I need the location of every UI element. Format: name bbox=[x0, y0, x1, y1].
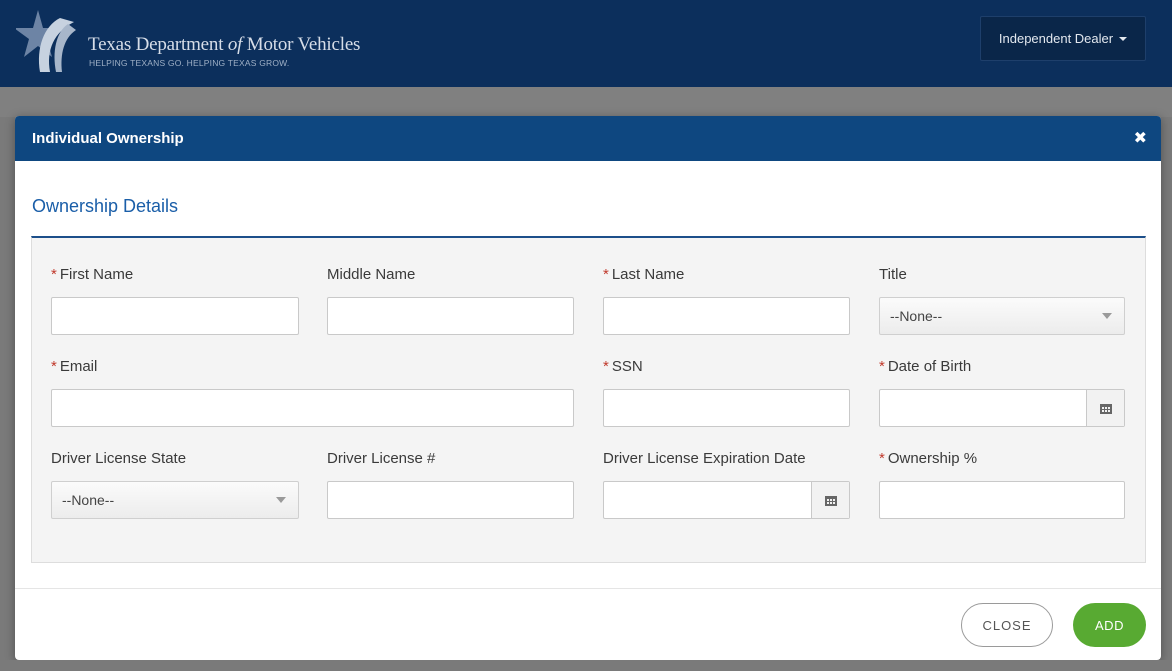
email-label: * Email bbox=[51, 358, 98, 375]
user-menu-dropdown[interactable]: Independent Dealer bbox=[980, 16, 1146, 61]
required-marker: * bbox=[51, 266, 57, 283]
ownership-pct-input[interactable] bbox=[879, 481, 1125, 519]
date-of-birth-group: * Date of Birth bbox=[879, 357, 1125, 427]
ownership-pct-label: * Ownership % bbox=[879, 450, 978, 467]
ssn-label: * SSN bbox=[603, 358, 643, 375]
title-select[interactable]: --None-- bbox=[879, 297, 1125, 335]
star-flag-icon bbox=[16, 10, 76, 72]
brand-tagline: HELPING TEXANS GO. HELPING TEXAS GROW. bbox=[89, 58, 290, 68]
calendar-button[interactable] bbox=[811, 482, 849, 518]
required-marker: * bbox=[879, 450, 885, 467]
dl-state-select-value: --None-- bbox=[62, 492, 115, 508]
middle-name-group: Middle Name bbox=[327, 265, 574, 335]
title-group: Title --None-- bbox=[879, 265, 1125, 335]
first-name-input[interactable] bbox=[51, 297, 299, 335]
ssn-input[interactable] bbox=[603, 389, 850, 427]
modal-title: Individual Ownership bbox=[32, 130, 184, 147]
modal-backdrop bbox=[0, 87, 1172, 117]
dl-expiration-input[interactable] bbox=[603, 481, 850, 519]
first-name-label: * First Name bbox=[51, 266, 134, 283]
chevron-down-icon bbox=[1102, 313, 1112, 319]
last-name-input[interactable] bbox=[603, 297, 850, 335]
dl-expiration-label: Driver License Expiration Date bbox=[603, 450, 806, 467]
calendar-icon bbox=[1099, 403, 1112, 414]
last-name-label: * Last Name bbox=[603, 266, 685, 283]
ssn-group: * SSN bbox=[603, 357, 850, 427]
ownership-pct-group: * Ownership % bbox=[879, 449, 1125, 519]
dl-expiration-group: Driver License Expiration Date bbox=[603, 449, 850, 519]
dl-number-group: Driver License # bbox=[327, 449, 574, 519]
calendar-button[interactable] bbox=[1086, 390, 1124, 426]
close-icon[interactable]: ✖ bbox=[1134, 130, 1147, 147]
email-input[interactable] bbox=[51, 389, 574, 427]
date-of-birth-label: * Date of Birth bbox=[879, 358, 972, 375]
first-name-group: * First Name bbox=[51, 265, 299, 335]
user-menu-label: Independent Dealer bbox=[998, 31, 1114, 46]
dl-number-input[interactable] bbox=[327, 481, 574, 519]
required-marker: * bbox=[51, 358, 57, 375]
calendar-icon bbox=[824, 495, 837, 506]
dl-state-label: Driver License State bbox=[51, 450, 187, 467]
add-button[interactable]: ADD bbox=[1073, 603, 1146, 647]
brand-title[interactable]: Texas Department of Motor Vehicles bbox=[88, 34, 360, 56]
chevron-down-icon bbox=[276, 497, 286, 503]
dl-number-label: Driver License # bbox=[327, 450, 436, 467]
dl-state-group: Driver License State --None-- bbox=[51, 449, 299, 519]
middle-name-label: Middle Name bbox=[327, 266, 416, 283]
required-marker: * bbox=[603, 266, 609, 283]
section-title: Ownership Details bbox=[32, 196, 179, 216]
close-button[interactable]: CLOSE bbox=[961, 603, 1053, 647]
individual-ownership-modal: Individual Ownership ✖ Ownership Details… bbox=[15, 116, 1161, 660]
dl-state-select[interactable]: --None-- bbox=[51, 481, 299, 519]
top-navbar: Texas Department of Motor Vehicles HELPI… bbox=[0, 0, 1172, 87]
required-marker: * bbox=[603, 358, 609, 375]
modal-backdrop-bottom bbox=[0, 660, 1172, 671]
email-group: * Email bbox=[51, 357, 574, 427]
ownership-details-panel: * First Name Middle Name * Last Name Title… bbox=[31, 236, 1146, 563]
required-marker: * bbox=[879, 358, 885, 375]
modal-header: Individual Ownership ✖ bbox=[15, 116, 1161, 161]
title-label: Title bbox=[879, 266, 907, 283]
date-of-birth-input[interactable] bbox=[879, 389, 1125, 427]
middle-name-input[interactable] bbox=[327, 297, 574, 335]
title-select-value: --None-- bbox=[890, 308, 943, 324]
footer-divider bbox=[15, 588, 1161, 589]
caret-down-icon bbox=[1119, 36, 1128, 41]
last-name-group: * Last Name bbox=[603, 265, 850, 335]
